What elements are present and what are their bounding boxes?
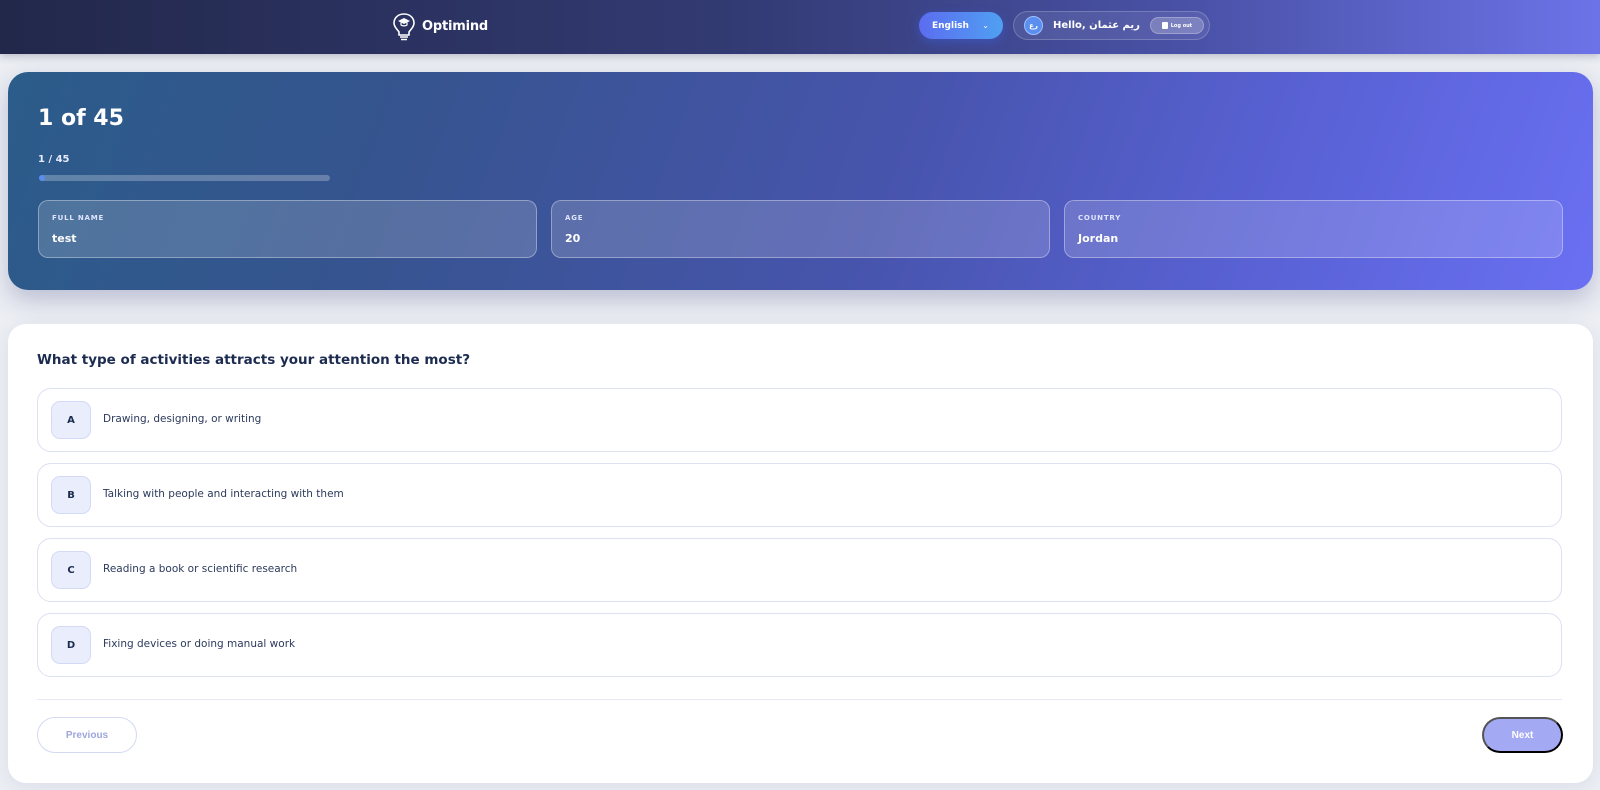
question-text: What type of activities attracts your at…: [37, 352, 471, 368]
info-card-country: COUNTRY Jordan: [1064, 200, 1563, 258]
option-key-badge: D: [51, 626, 91, 664]
info-card-age: AGE 20: [551, 200, 1050, 258]
option-text: Drawing, designing, or writing: [103, 413, 262, 425]
info-value: 20: [565, 232, 581, 245]
progress-text: 1 / 45: [38, 154, 70, 165]
next-button[interactable]: Next: [1482, 717, 1563, 753]
info-value: Jordan: [1078, 232, 1119, 245]
logout-label: Log out: [1170, 22, 1193, 29]
option-a[interactable]: A Drawing, designing, or writing: [37, 388, 1562, 452]
progress-bar-fill: [39, 175, 46, 181]
option-b[interactable]: B Talking with people and interacting wi…: [37, 463, 1562, 527]
info-label: COUNTRY: [1078, 214, 1122, 222]
option-text: Talking with people and interacting with…: [103, 488, 344, 500]
divider: [37, 699, 1562, 700]
language-select[interactable]: English ⌄: [919, 12, 1003, 39]
progress-bar: [39, 175, 330, 181]
option-c[interactable]: C Reading a book or scientific research: [37, 538, 1562, 602]
option-text: Reading a book or scientific research: [103, 563, 298, 575]
question-counter-title: 1 of 45: [38, 106, 124, 131]
avatar[interactable]: رع: [1024, 16, 1043, 35]
info-label: AGE: [565, 214, 584, 222]
user-greeting: Hello, ريم عثمان: [1053, 20, 1140, 31]
option-key-badge: C: [51, 551, 91, 589]
brand[interactable]: Optimind: [390, 8, 488, 44]
lightbulb-graduation-cap-icon: [393, 13, 415, 41]
progress-hero: 1 of 45 1 / 45 FULL NAME test AGE 20 COU…: [8, 72, 1593, 290]
info-label: FULL NAME: [52, 214, 105, 222]
option-text: Fixing devices or doing manual work: [103, 638, 296, 650]
logout-button[interactable]: Log out: [1149, 17, 1204, 34]
brand-name: Optimind: [422, 18, 488, 34]
option-d[interactable]: D Fixing devices or doing manual work: [37, 613, 1562, 677]
user-menu: رع Hello, ريم عثمان Log out: [1013, 11, 1210, 40]
door-exit-icon: [1161, 22, 1168, 29]
previous-button[interactable]: Previous: [37, 717, 137, 753]
top-navbar: Optimind English ⌄ رع Hello, ريم عثمان L…: [0, 0, 1600, 54]
language-selected-label: English: [932, 20, 969, 31]
option-key-badge: B: [51, 476, 91, 514]
chevron-down-icon: ⌄: [982, 21, 989, 30]
info-value: test: [52, 232, 77, 245]
info-card-full-name: FULL NAME test: [38, 200, 537, 258]
question-card: What type of activities attracts your at…: [8, 324, 1593, 783]
option-key-badge: A: [51, 401, 91, 439]
